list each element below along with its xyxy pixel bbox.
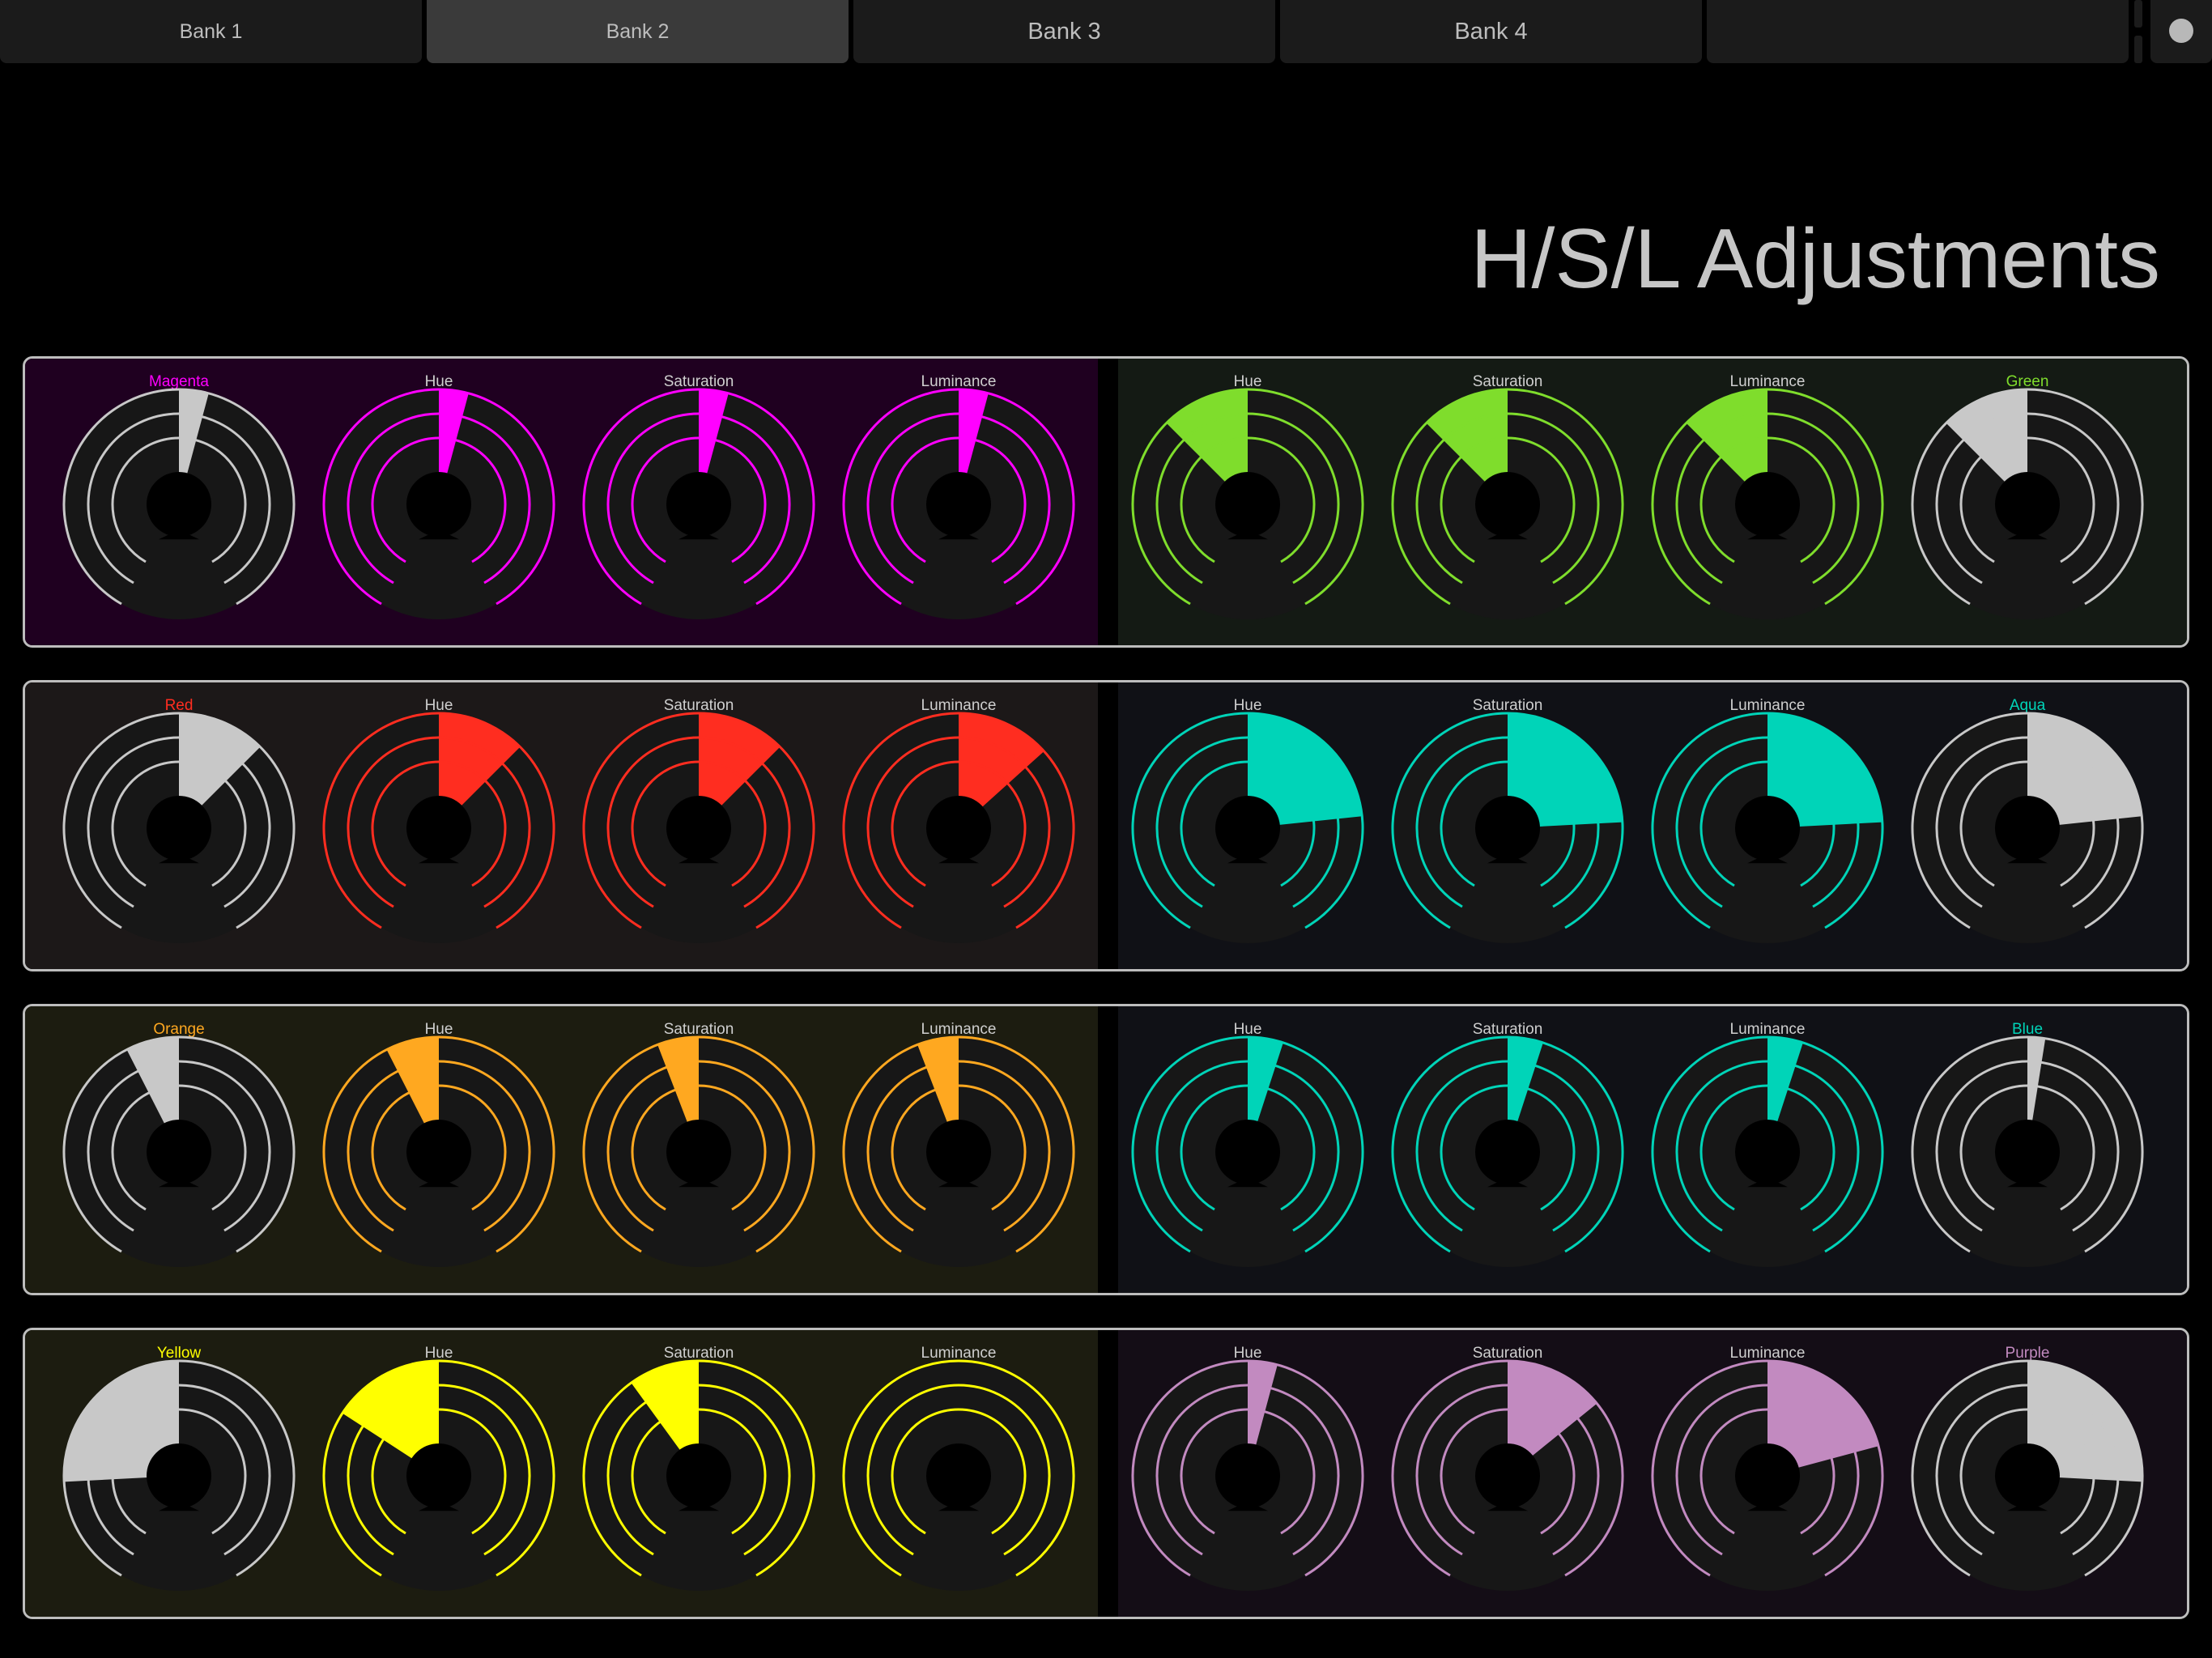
color-group-green: Hue Saturation Luminance Green [1118, 359, 2187, 645]
color-group-blue: Hue Saturation Luminance Blue [1118, 1006, 2187, 1293]
knob-dial[interactable] [33, 712, 296, 971]
knob-luminance[interactable]: Luminance [829, 682, 1088, 969]
color-group-yellow: Yellow Hue Saturation Luminance [25, 1330, 1098, 1617]
knob-dial[interactable] [293, 388, 555, 648]
knob-luminance[interactable]: Luminance [1638, 359, 1897, 645]
color-group-magenta: Magenta Hue Saturation Luminance [25, 359, 1098, 645]
knob-dial[interactable] [1882, 1359, 2144, 1619]
mini-button-bottom[interactable] [2134, 36, 2142, 63]
color-selector-knob[interactable]: Red [49, 682, 308, 969]
knob-dial[interactable] [1102, 388, 1364, 648]
knob-dial[interactable] [813, 712, 1075, 971]
knob-saturation[interactable]: Saturation [569, 682, 828, 969]
knob-dial[interactable] [33, 388, 296, 648]
knob-dial[interactable] [1622, 1035, 1884, 1295]
knob-saturation[interactable]: Saturation [1378, 1330, 1637, 1617]
knob-hue[interactable]: Hue [309, 1330, 568, 1617]
tab-bank-4[interactable]: Bank 4 [1280, 0, 1702, 63]
color-group-aqua: Hue Saturation Luminance Aqua [1118, 682, 2187, 969]
knob-luminance[interactable]: Luminance [1638, 1006, 1897, 1293]
tab-bank-5[interactable] [1707, 0, 2129, 63]
knob-dial[interactable] [33, 1359, 296, 1619]
circle-indicator-icon [2169, 19, 2193, 43]
knob-dial[interactable] [293, 1035, 555, 1295]
knob-dial[interactable] [293, 1359, 555, 1619]
tab-bank-3[interactable]: Bank 3 [853, 0, 1275, 63]
knob-saturation[interactable]: Saturation [1378, 682, 1637, 969]
knob-dial[interactable] [813, 1035, 1075, 1295]
color-group-orange: Orange Hue Saturation Luminance [25, 1006, 1098, 1293]
color-group-red: Red Hue Saturation Luminance [25, 682, 1098, 969]
knob-dial[interactable] [553, 388, 815, 648]
color-group-purple: Hue Saturation Luminance Purple [1118, 1330, 2187, 1617]
knob-dial[interactable] [1362, 1359, 1624, 1619]
hsl-row-3: Orange Hue Saturation Luminance Hue Saturatio… [23, 1004, 2189, 1295]
knob-dial[interactable] [813, 1359, 1075, 1619]
hsl-row-4: Yellow Hue Saturation Luminance Hue Saturatio… [23, 1328, 2189, 1619]
knob-dial[interactable] [293, 712, 555, 971]
knob-dial[interactable] [1362, 388, 1624, 648]
color-selector-knob[interactable]: Purple [1898, 1330, 2157, 1617]
knob-dial[interactable] [1882, 712, 2144, 971]
knob-dial[interactable] [1362, 712, 1624, 971]
hsl-row-2: Red Hue Saturation Luminance Hue Saturation Lu… [23, 680, 2189, 971]
knob-dial[interactable] [553, 712, 815, 971]
mini-button-top[interactable] [2134, 0, 2142, 28]
knob-luminance[interactable]: Luminance [1638, 1330, 1897, 1617]
knob-hue[interactable]: Hue [1118, 1006, 1377, 1293]
knob-dial[interactable] [1362, 1035, 1624, 1295]
color-selector-knob[interactable]: Aqua [1898, 682, 2157, 969]
knob-dial[interactable] [1102, 712, 1364, 971]
knob-dial[interactable] [1622, 1359, 1884, 1619]
knob-hue[interactable]: Hue [1118, 682, 1377, 969]
knob-hue[interactable]: Hue [309, 359, 568, 645]
color-selector-knob[interactable]: Orange [49, 1006, 308, 1293]
knob-luminance[interactable]: Luminance [829, 1006, 1088, 1293]
tab-bank-2[interactable]: Bank 2 [427, 0, 849, 63]
knob-luminance[interactable]: Luminance [829, 359, 1088, 645]
color-selector-knob[interactable]: Magenta [49, 359, 308, 645]
knob-hue[interactable]: Hue [1118, 1330, 1377, 1617]
knob-dial[interactable] [33, 1035, 296, 1295]
knob-dial[interactable] [553, 1359, 815, 1619]
knob-dial[interactable] [1102, 1359, 1364, 1619]
knob-dial[interactable] [1622, 388, 1884, 648]
knob-luminance[interactable]: Luminance [1638, 682, 1897, 969]
knob-dial[interactable] [1102, 1035, 1364, 1295]
knob-dial[interactable] [553, 1035, 815, 1295]
knob-hue[interactable]: Hue [309, 1006, 568, 1293]
knob-hue[interactable]: Hue [309, 682, 568, 969]
status-button[interactable] [2150, 0, 2212, 63]
knob-luminance[interactable]: Luminance [829, 1330, 1088, 1617]
hsl-row-1: Magenta Hue Saturation Luminance Hue Saturati… [23, 356, 2189, 648]
color-selector-knob[interactable]: Yellow [49, 1330, 308, 1617]
knob-saturation[interactable]: Saturation [569, 1330, 828, 1617]
knob-dial[interactable] [1882, 388, 2144, 648]
knob-dial[interactable] [1882, 1035, 2144, 1295]
knob-dial[interactable] [1622, 712, 1884, 971]
knob-saturation[interactable]: Saturation [569, 1006, 828, 1293]
bank-tab-bar: Bank 1 Bank 2 Bank 3 Bank 4 [0, 0, 2212, 65]
knob-dial[interactable] [813, 388, 1075, 648]
color-selector-knob[interactable]: Blue [1898, 1006, 2157, 1293]
knob-saturation[interactable]: Saturation [1378, 359, 1637, 645]
knob-hue[interactable]: Hue [1118, 359, 1377, 645]
knob-saturation[interactable]: Saturation [1378, 1006, 1637, 1293]
page-title: H/S/L Adjustments [1470, 212, 2160, 306]
knob-saturation[interactable]: Saturation [569, 359, 828, 645]
tab-bank-1[interactable]: Bank 1 [0, 0, 422, 63]
color-selector-knob[interactable]: Green [1898, 359, 2157, 645]
